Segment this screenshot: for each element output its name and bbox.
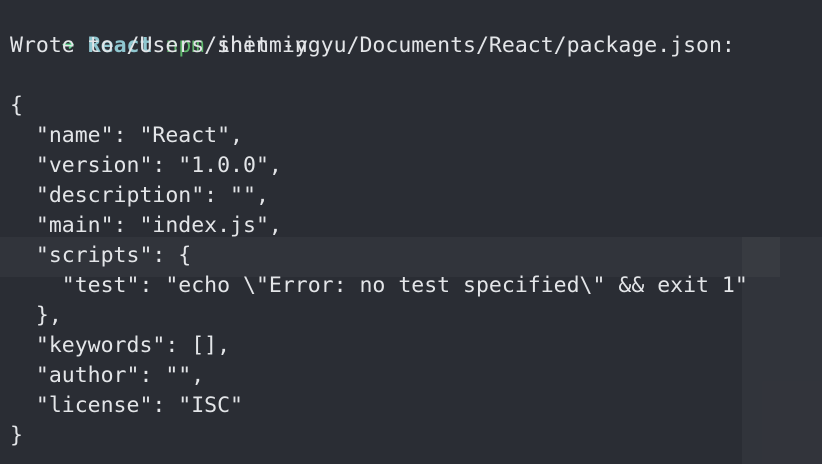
json-line: "license": "ISC" <box>10 393 243 418</box>
json-line: "main": "index.js", <box>10 213 282 238</box>
terminal-window[interactable]: ➜ React npm init -y Wrote to /Users/shen… <box>0 0 822 464</box>
json-line: "test": "echo \"Error: no test specified… <box>10 273 748 298</box>
output-wrote-line: Wrote to /Users/shenmingyu/Documents/Rea… <box>10 33 735 58</box>
json-line: }, <box>10 303 62 328</box>
json-line: "version": "1.0.0", <box>10 153 282 178</box>
json-line: "keywords": [], <box>10 333 231 358</box>
json-line: "author": "", <box>10 363 205 388</box>
json-line: "description": "", <box>10 183 269 208</box>
json-line: } <box>10 423 23 448</box>
json-line: "scripts": { <box>10 243 192 268</box>
background-panel-ghost <box>742 237 822 464</box>
prompt-line: ➜ React npm init -y <box>10 1 308 58</box>
json-line: { <box>10 93 23 118</box>
json-line: "name": "React", <box>10 123 243 148</box>
